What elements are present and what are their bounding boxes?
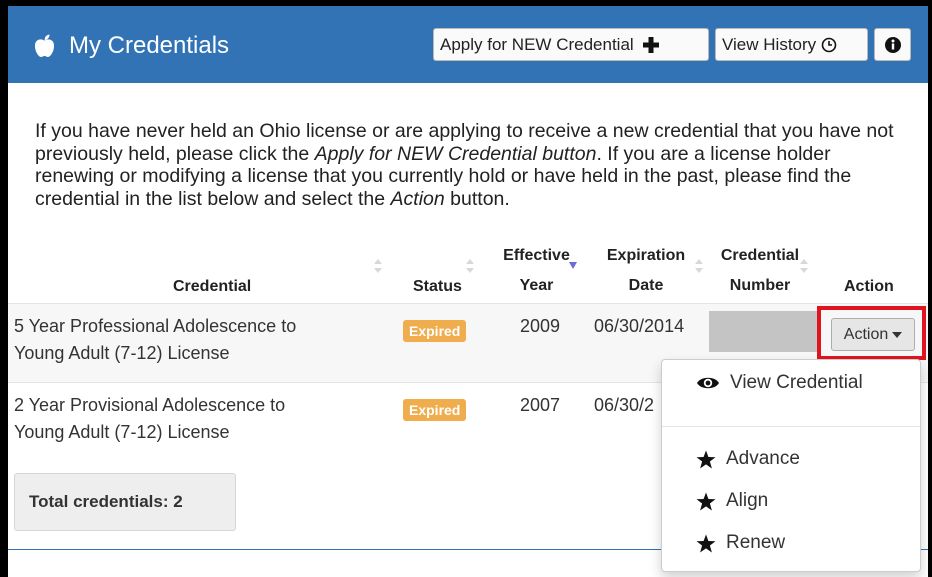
credential-number-redacted: [709, 311, 817, 352]
star-icon: [696, 492, 716, 511]
highlight-box: [817, 306, 926, 360]
info-button[interactable]: [874, 28, 911, 61]
sort-icon[interactable]: [799, 258, 809, 274]
expiration-date: 06/30/2014: [594, 316, 685, 336]
expiration-date: 06/30/2: [594, 395, 655, 415]
credential-name-line: 5 Year Professional Adolescence to: [14, 316, 297, 336]
menu-item-align[interactable]: Align: [696, 490, 768, 512]
header-line: Expiration: [606, 247, 686, 264]
sort-desc-icon[interactable]: [568, 261, 578, 271]
eye-icon: [696, 375, 720, 391]
intro-emphasis-action: Action: [390, 187, 445, 210]
status-badge: Expired: [403, 320, 467, 342]
credential-name-line: 2 Year Provisional Adolescence to: [14, 395, 286, 415]
menu-item-view-credential[interactable]: View Credential: [696, 372, 863, 394]
clock-icon: [821, 37, 837, 52]
sort-icon[interactable]: [373, 258, 383, 274]
menu-item-label: Renew: [726, 532, 786, 553]
total-credentials: Total credentials: 2: [14, 473, 236, 531]
page-title-text: My Credentials: [69, 32, 230, 59]
star-icon: [696, 450, 716, 469]
intro-text: button.: [444, 187, 510, 210]
view-history-label: View History: [722, 34, 817, 54]
status-badge: Expired: [403, 399, 467, 421]
menu-item-advance[interactable]: Advance: [696, 448, 800, 470]
menu-item-renew[interactable]: Renew: [696, 532, 785, 554]
info-icon: [884, 36, 901, 53]
apply-new-credential-button[interactable]: Apply for NEW Credential: [433, 28, 709, 61]
apple-icon: [34, 34, 55, 57]
column-header-effective-year[interactable]: Effective Year: [494, 246, 579, 296]
intro-paragraph: If you have never held an Ohio license o…: [35, 120, 915, 210]
effective-year: 2009: [520, 316, 561, 336]
effective-year: 2007: [520, 395, 561, 415]
credential-name: 5 Year Professional Adolescence to Young…: [14, 313, 296, 367]
credentials-panel: My Credentials Apply for NEW Credential …: [8, 6, 928, 577]
column-header-credential-number[interactable]: Credential Number: [712, 246, 808, 296]
menu-item-label: Advance: [726, 448, 800, 469]
sort-icon[interactable]: [694, 258, 704, 274]
header-line: Date: [628, 277, 664, 294]
header-line: Effective: [503, 247, 570, 264]
panel-header: My Credentials Apply for NEW Credential …: [8, 6, 928, 83]
page-title: My Credentials: [34, 32, 229, 60]
view-history-button[interactable]: View History: [715, 28, 868, 61]
column-header-credential[interactable]: Credential: [173, 277, 251, 297]
sort-icon[interactable]: [465, 258, 475, 274]
menu-item-label: Align: [726, 490, 769, 511]
menu-item-label: View Credential: [730, 372, 863, 393]
credential-name-line: Young Adult (7-12) License: [14, 343, 230, 363]
credential-name-line: Young Adult (7-12) License: [14, 422, 230, 442]
header-line: Credential: [720, 247, 800, 264]
star-icon: [696, 534, 716, 553]
column-header-status[interactable]: Status: [413, 277, 462, 297]
action-dropdown-menu: View Credential Advance Align Renew: [661, 359, 921, 572]
intro-emphasis-apply: Apply for NEW Credential button: [314, 142, 597, 165]
header-line: Number: [729, 277, 791, 294]
header-line: Year: [519, 277, 554, 294]
plus-icon: [642, 36, 659, 53]
column-header-action: Action: [844, 278, 894, 295]
apply-new-credential-label: Apply for NEW Credential: [440, 34, 634, 54]
column-header-expiration-date[interactable]: Expiration Date: [596, 246, 696, 296]
menu-divider: [662, 426, 920, 427]
credential-name: 2 Year Provisional Adolescence to Young …: [14, 392, 285, 446]
